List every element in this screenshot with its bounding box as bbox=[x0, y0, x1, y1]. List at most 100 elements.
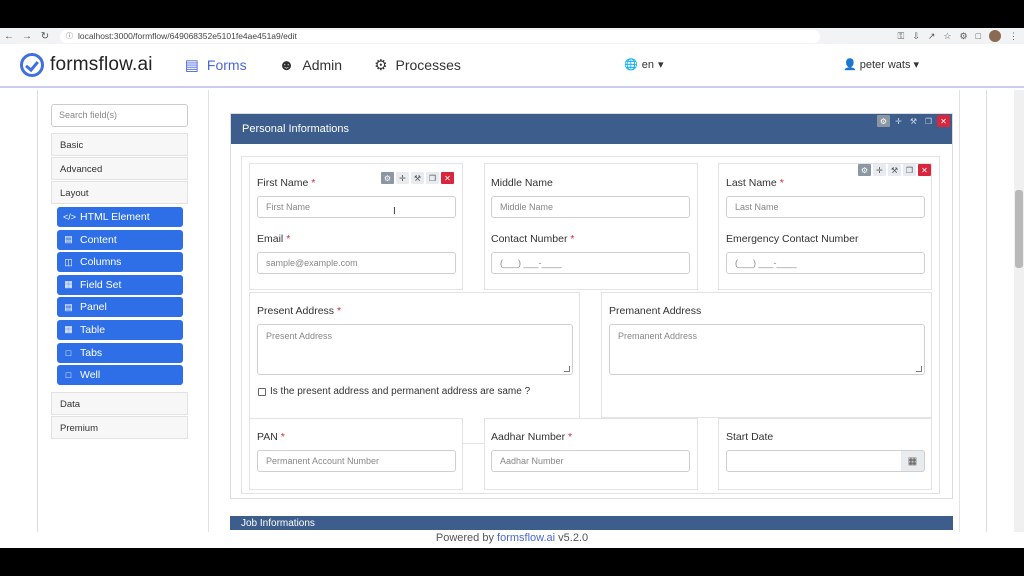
pan-label: PAN * bbox=[257, 431, 285, 443]
first-name-input[interactable]: First Name bbox=[257, 196, 456, 218]
wrench-icon[interactable]: ⚒ bbox=[411, 172, 424, 184]
component-html-element[interactable]: </> HTML Element bbox=[57, 207, 183, 227]
folder-icon: □ bbox=[65, 347, 72, 358]
group-layout[interactable]: Layout bbox=[51, 181, 188, 204]
checkbox-box[interactable] bbox=[258, 387, 266, 396]
sidepanel-icon[interactable]: □ bbox=[976, 31, 981, 41]
present-address-textarea[interactable]: Present Address bbox=[257, 324, 573, 375]
aadhar-label: Aadhar Number * bbox=[491, 431, 573, 443]
field-toolbar: ⚙ ✛ ⚒ ❐ ✕ bbox=[381, 172, 454, 184]
forms-icon: ▤ bbox=[184, 57, 199, 74]
component-label: Well bbox=[80, 369, 101, 382]
move-icon[interactable]: ✛ bbox=[396, 172, 409, 184]
grid-icon: ▦ bbox=[64, 279, 73, 290]
job-info-panel-header[interactable]: Job Informations bbox=[230, 516, 953, 530]
key-icon[interactable]: ⚿ bbox=[897, 31, 904, 42]
nav-forms-label: Forms bbox=[206, 57, 247, 73]
component-table[interactable]: ▦ Table bbox=[57, 319, 183, 340]
settings-icon[interactable]: ⚙ bbox=[858, 164, 871, 176]
start-date-label: Start Date bbox=[726, 431, 774, 443]
start-date-input[interactable] bbox=[726, 450, 902, 472]
permanent-address-textarea[interactable]: Premanent Address bbox=[609, 324, 925, 375]
move-icon[interactable]: ✛ bbox=[873, 164, 886, 176]
code-icon: </> bbox=[63, 212, 77, 222]
aadhar-input[interactable]: Aadhar Number bbox=[491, 450, 690, 472]
divider bbox=[37, 90, 38, 548]
component-panel[interactable]: ▤ Panel bbox=[57, 297, 183, 318]
settings-icon[interactable]: ⚙ bbox=[381, 172, 394, 184]
wrench-icon[interactable]: ⚒ bbox=[888, 164, 901, 176]
scrollbar-thumb[interactable] bbox=[1015, 190, 1023, 268]
remove-icon[interactable]: ✕ bbox=[918, 164, 931, 176]
download-icon[interactable]: ⇩ bbox=[912, 31, 920, 42]
user-circle-icon: ☻ bbox=[278, 56, 295, 74]
menu-icon[interactable]: ⋮ bbox=[1009, 31, 1018, 42]
language-dropdown[interactable]: 🌐 en ▾ bbox=[624, 58, 664, 72]
user-icon: 👤 bbox=[843, 59, 857, 71]
settings-icon[interactable]: ⚙ bbox=[877, 115, 890, 127]
user-dropdown[interactable]: 👤 peter wats ▾ bbox=[843, 58, 919, 72]
divider bbox=[986, 90, 987, 548]
email-label: Email * bbox=[257, 233, 291, 245]
square-icon: □ bbox=[65, 370, 72, 381]
panel-toolbar: ⚙ ✛ ⚒ ❐ ✕ bbox=[877, 115, 950, 127]
star-icon[interactable]: ☆ bbox=[943, 31, 951, 42]
reload-icon[interactable]: ↻ bbox=[36, 31, 54, 42]
caret-down-icon: ▾ bbox=[657, 59, 664, 71]
move-icon[interactable]: ✛ bbox=[892, 115, 905, 127]
group-data[interactable]: Data bbox=[51, 391, 188, 415]
nav-processes[interactable]: ⚙ Processes bbox=[374, 56, 461, 74]
caret-down-icon: ▾ bbox=[913, 59, 919, 71]
search-fields-input[interactable]: Search field(s) bbox=[51, 104, 188, 127]
app-navbar: formsflow.ai ▤ Forms ☻ Admin ⚙ Processes… bbox=[0, 44, 1024, 88]
middle-name-label: Middle Name bbox=[491, 177, 553, 189]
share-icon[interactable]: ↗ bbox=[928, 31, 936, 42]
pan-input[interactable]: Permanent Account Number bbox=[257, 450, 456, 472]
remove-icon[interactable]: ✕ bbox=[441, 172, 454, 184]
component-well[interactable]: □ Well bbox=[57, 365, 183, 386]
nav-admin[interactable]: ☻ Admin bbox=[279, 57, 342, 74]
footer-prefix: Powered by bbox=[435, 532, 494, 544]
group-basic[interactable]: Basic bbox=[51, 133, 188, 156]
list-alt-icon: ▤ bbox=[64, 301, 73, 312]
footer-brand-link[interactable]: formsflow.ai bbox=[497, 532, 555, 544]
copy-icon[interactable]: ❐ bbox=[903, 164, 916, 176]
panel-title: Personal Informations bbox=[242, 123, 349, 135]
columns-icon: ◫ bbox=[64, 256, 73, 267]
nav-forms[interactable]: ▤ Forms bbox=[185, 56, 247, 74]
calendar-icon[interactable]: ▦ bbox=[901, 450, 925, 472]
panel-title: Job Informations bbox=[241, 518, 315, 529]
present-address-label: Present Address * bbox=[257, 305, 342, 317]
browser-toolbar: ← → ↻ ⓘ localhost:3000/formflow/64906835… bbox=[0, 28, 1024, 44]
address-bar[interactable]: ⓘ localhost:3000/formflow/649068352e5101… bbox=[60, 29, 820, 43]
component-field-set[interactable]: ▦ Field Set bbox=[57, 274, 183, 295]
copy-icon[interactable]: ❐ bbox=[426, 172, 439, 184]
wrench-icon[interactable]: ⚒ bbox=[907, 115, 920, 127]
back-icon[interactable]: ← bbox=[0, 31, 18, 42]
extensions-icon[interactable]: ⚙ bbox=[959, 31, 967, 42]
component-content[interactable]: ▤ Content bbox=[57, 229, 183, 250]
group-premium[interactable]: Premium bbox=[51, 415, 188, 439]
middle-name-input[interactable]: Middle Name bbox=[491, 196, 690, 218]
same-address-checkbox[interactable]: Is the present address and permanent add… bbox=[258, 386, 530, 397]
brand[interactable]: formsflow.ai bbox=[20, 53, 153, 77]
copy-icon[interactable]: ❐ bbox=[922, 115, 935, 127]
file-icon: ▤ bbox=[64, 234, 73, 245]
email-input[interactable]: sample@example.com bbox=[257, 252, 456, 274]
profile-avatar[interactable] bbox=[989, 30, 1001, 42]
last-name-input[interactable]: Last Name bbox=[726, 196, 925, 218]
url-text: localhost:3000/formflow/649068352e5101fe… bbox=[78, 31, 297, 41]
nav-processes-label: Processes bbox=[395, 57, 461, 73]
component-columns[interactable]: ◫ Columns bbox=[57, 252, 183, 273]
emergency-contact-input[interactable]: (___) ___-____ bbox=[726, 252, 925, 274]
text-cursor-icon: I bbox=[393, 206, 396, 217]
table-icon: ▦ bbox=[64, 324, 73, 335]
forward-icon[interactable]: → bbox=[18, 31, 36, 42]
group-advanced[interactable]: Advanced bbox=[51, 157, 188, 180]
component-label: Columns bbox=[80, 256, 122, 269]
page-scrollbar[interactable] bbox=[1014, 90, 1024, 548]
remove-icon[interactable]: ✕ bbox=[937, 115, 950, 127]
component-tabs[interactable]: □ Tabs bbox=[57, 342, 183, 363]
powered-by-footer: Powered by formsflow.ai v5.2.0 bbox=[0, 532, 1024, 548]
contact-number-input[interactable]: (___) ___-____ bbox=[491, 252, 690, 274]
